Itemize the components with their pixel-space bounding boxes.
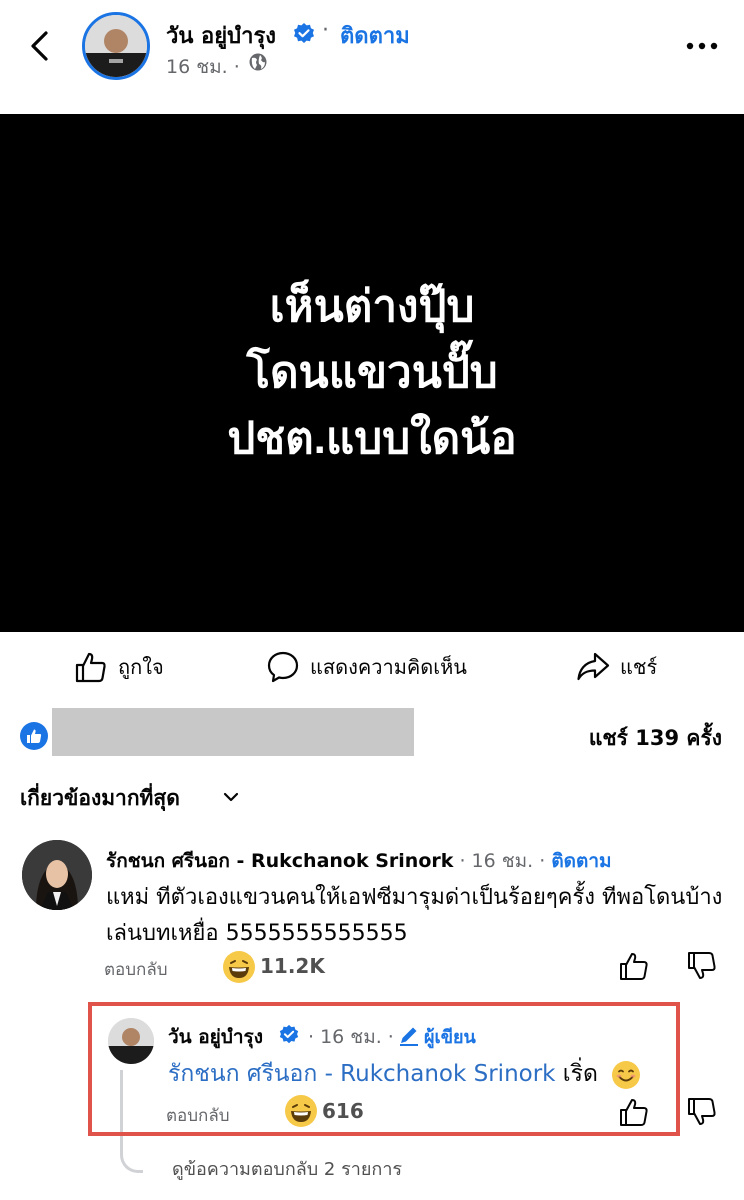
post-image-line-1: เห็นต่างปุ๊บ (269, 282, 475, 331)
comment-button[interactable]: แสดงความคิดเห็น (266, 646, 467, 688)
comment-like-icon[interactable] (618, 950, 650, 982)
comment-label: แสดงความคิดเห็น (310, 655, 467, 679)
commenter-name[interactable]: รักชนก ศรีนอก - Rukchanok Srinork (106, 850, 453, 872)
share-count[interactable]: แชร์ 139 ครั้ง (589, 722, 722, 755)
reply-dislike-icon[interactable] (686, 1096, 718, 1128)
haha-reaction-icon[interactable] (284, 1094, 318, 1128)
like-label: ถูกใจ (118, 655, 164, 679)
commenter-follow-button[interactable]: ติดตาม (551, 850, 611, 872)
comment-text: แหม่ ทีตัวเองแขวนคนให้เอฟซีมารุมด่าเป็นร… (106, 885, 723, 946)
reply-reaction-count[interactable]: 616 (322, 1099, 364, 1123)
post-image-line-2: โดนแขวนปั๊บ (246, 348, 498, 397)
timestamp-dot: · (233, 56, 240, 78)
reply-author-name-text: วัน อยู่บำรุง (168, 1026, 264, 1048)
comment-bubble-icon (267, 651, 299, 683)
like-reaction-badge[interactable] (20, 722, 48, 750)
verified-badge-icon (294, 23, 314, 43)
more-options-icon[interactable] (684, 38, 720, 54)
post-image[interactable]: เห็นต่างปุ๊บ โดนแขวนปั๊บ ปชต.แบบใดน้อ (0, 114, 744, 632)
like-button[interactable]: ถูกใจ (74, 646, 164, 688)
smiling-face-icon (612, 1060, 641, 1089)
globe-icon (249, 53, 267, 71)
chevron-down-icon[interactable] (220, 786, 242, 808)
share-button[interactable]: แชร์ (576, 646, 657, 688)
verified-badge-icon (279, 1024, 299, 1044)
comment-sort-label[interactable]: เกี่ยวข้องมากที่สุด (20, 782, 180, 815)
post-timestamp[interactable]: 16 ชม. · (166, 52, 240, 82)
haha-reaction-icon[interactable] (222, 950, 256, 984)
like-reaction-icon (27, 729, 42, 743)
share-label: แชร์ (620, 655, 658, 679)
reply-author-avatar[interactable] (108, 1018, 154, 1064)
reply-text-body: เริ่ด (555, 1061, 598, 1087)
separator-dot: · (322, 18, 329, 43)
share-arrow-icon (577, 652, 610, 681)
comment-header: รักชนก ศรีนอก - Rukchanok Srinork · 16 ช… (106, 846, 612, 876)
author-name[interactable]: วัน อยู่บำรุง (166, 18, 276, 53)
view-more-replies-link[interactable]: ดูข้อความตอบกลับ 2 รายการ (172, 1154, 402, 1183)
reply-text: รักชนก ศรีนอก - Rukchanok Srinork เริ่ด (168, 1056, 641, 1092)
thumbs-up-icon (75, 652, 106, 683)
timestamp-text: 16 ชม. (166, 56, 228, 78)
reply-author-name[interactable]: วัน อยู่บำรุง (168, 1022, 263, 1052)
redacted-reaction-summary (52, 708, 414, 756)
comment-time: · 16 ชม. · (459, 850, 546, 872)
reply-like-icon[interactable] (618, 1096, 650, 1128)
commenter-avatar[interactable] (22, 840, 92, 910)
post-image-line-3: ปชต.แบบใดน้อ (227, 414, 517, 463)
reply-mention-link[interactable]: รักชนก ศรีนอก - Rukchanok Srinork (168, 1061, 556, 1087)
comment-dislike-icon[interactable] (686, 950, 718, 982)
pencil-icon (400, 1027, 418, 1046)
author-badge: ผู้เขียน (424, 1027, 476, 1048)
reply-reply-button[interactable]: ตอบกลับ (166, 1102, 230, 1129)
back-arrow-icon[interactable] (22, 28, 58, 64)
author-avatar[interactable] (82, 12, 150, 80)
comment-reaction-count[interactable]: 11.2K (260, 954, 325, 978)
reply-time: · 16 ชม. · (308, 1026, 394, 1048)
comment-reply-button[interactable]: ตอบกลับ (104, 956, 168, 983)
follow-button[interactable]: ติดตาม (340, 18, 410, 53)
